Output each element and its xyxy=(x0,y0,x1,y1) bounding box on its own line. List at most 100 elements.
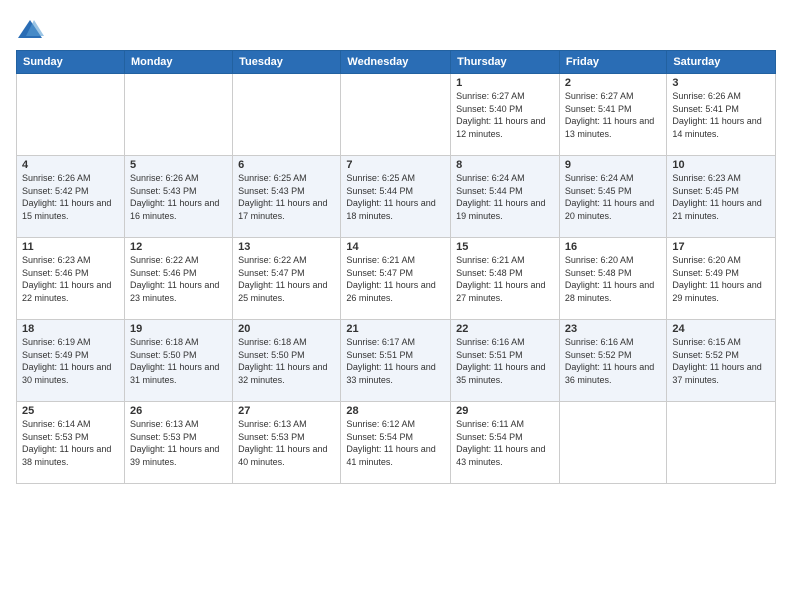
day-info: Sunrise: 6:26 AM Sunset: 5:43 PM Dayligh… xyxy=(130,172,227,222)
calendar-cell: 8Sunrise: 6:24 AM Sunset: 5:44 PM Daylig… xyxy=(451,156,560,238)
day-info: Sunrise: 6:14 AM Sunset: 5:53 PM Dayligh… xyxy=(22,418,119,468)
calendar-cell: 19Sunrise: 6:18 AM Sunset: 5:50 PM Dayli… xyxy=(124,320,232,402)
weekday-header: Friday xyxy=(559,51,666,74)
weekday-header: Sunday xyxy=(17,51,125,74)
calendar-header-row: SundayMondayTuesdayWednesdayThursdayFrid… xyxy=(17,51,776,74)
calendar-week-row: 11Sunrise: 6:23 AM Sunset: 5:46 PM Dayli… xyxy=(17,238,776,320)
calendar-cell xyxy=(17,74,125,156)
weekday-header: Monday xyxy=(124,51,232,74)
day-number: 10 xyxy=(672,159,770,171)
calendar-cell: 18Sunrise: 6:19 AM Sunset: 5:49 PM Dayli… xyxy=(17,320,125,402)
day-info: Sunrise: 6:19 AM Sunset: 5:49 PM Dayligh… xyxy=(22,336,119,386)
logo xyxy=(16,16,48,44)
calendar-cell: 10Sunrise: 6:23 AM Sunset: 5:45 PM Dayli… xyxy=(667,156,776,238)
day-number: 26 xyxy=(130,405,227,417)
calendar-cell: 25Sunrise: 6:14 AM Sunset: 5:53 PM Dayli… xyxy=(17,402,125,484)
day-number: 22 xyxy=(456,323,554,335)
calendar-cell: 29Sunrise: 6:11 AM Sunset: 5:54 PM Dayli… xyxy=(451,402,560,484)
day-info: Sunrise: 6:26 AM Sunset: 5:42 PM Dayligh… xyxy=(22,172,119,222)
day-info: Sunrise: 6:13 AM Sunset: 5:53 PM Dayligh… xyxy=(238,418,335,468)
calendar-cell: 28Sunrise: 6:12 AM Sunset: 5:54 PM Dayli… xyxy=(341,402,451,484)
day-number: 25 xyxy=(22,405,119,417)
calendar-cell: 14Sunrise: 6:21 AM Sunset: 5:47 PM Dayli… xyxy=(341,238,451,320)
weekday-header: Tuesday xyxy=(233,51,341,74)
day-number: 28 xyxy=(346,405,445,417)
calendar-cell xyxy=(233,74,341,156)
day-info: Sunrise: 6:16 AM Sunset: 5:52 PM Dayligh… xyxy=(565,336,661,386)
day-number: 23 xyxy=(565,323,661,335)
calendar-cell xyxy=(124,74,232,156)
day-number: 2 xyxy=(565,77,661,89)
day-info: Sunrise: 6:18 AM Sunset: 5:50 PM Dayligh… xyxy=(130,336,227,386)
day-number: 24 xyxy=(672,323,770,335)
logo-icon xyxy=(16,16,44,44)
calendar-cell: 17Sunrise: 6:20 AM Sunset: 5:49 PM Dayli… xyxy=(667,238,776,320)
day-info: Sunrise: 6:25 AM Sunset: 5:44 PM Dayligh… xyxy=(346,172,445,222)
calendar-cell: 11Sunrise: 6:23 AM Sunset: 5:46 PM Dayli… xyxy=(17,238,125,320)
day-info: Sunrise: 6:18 AM Sunset: 5:50 PM Dayligh… xyxy=(238,336,335,386)
day-number: 12 xyxy=(130,241,227,253)
day-info: Sunrise: 6:23 AM Sunset: 5:45 PM Dayligh… xyxy=(672,172,770,222)
day-number: 15 xyxy=(456,241,554,253)
weekday-header: Saturday xyxy=(667,51,776,74)
calendar-cell: 9Sunrise: 6:24 AM Sunset: 5:45 PM Daylig… xyxy=(559,156,666,238)
calendar-cell: 4Sunrise: 6:26 AM Sunset: 5:42 PM Daylig… xyxy=(17,156,125,238)
day-info: Sunrise: 6:20 AM Sunset: 5:48 PM Dayligh… xyxy=(565,254,661,304)
day-info: Sunrise: 6:26 AM Sunset: 5:41 PM Dayligh… xyxy=(672,90,770,140)
calendar-week-row: 25Sunrise: 6:14 AM Sunset: 5:53 PM Dayli… xyxy=(17,402,776,484)
day-number: 5 xyxy=(130,159,227,171)
calendar-cell xyxy=(667,402,776,484)
day-info: Sunrise: 6:22 AM Sunset: 5:47 PM Dayligh… xyxy=(238,254,335,304)
calendar-cell: 12Sunrise: 6:22 AM Sunset: 5:46 PM Dayli… xyxy=(124,238,232,320)
day-info: Sunrise: 6:20 AM Sunset: 5:49 PM Dayligh… xyxy=(672,254,770,304)
day-number: 19 xyxy=(130,323,227,335)
day-number: 4 xyxy=(22,159,119,171)
calendar-cell xyxy=(559,402,666,484)
calendar-cell: 15Sunrise: 6:21 AM Sunset: 5:48 PM Dayli… xyxy=(451,238,560,320)
calendar-cell: 20Sunrise: 6:18 AM Sunset: 5:50 PM Dayli… xyxy=(233,320,341,402)
day-info: Sunrise: 6:11 AM Sunset: 5:54 PM Dayligh… xyxy=(456,418,554,468)
calendar-cell: 6Sunrise: 6:25 AM Sunset: 5:43 PM Daylig… xyxy=(233,156,341,238)
calendar-cell: 16Sunrise: 6:20 AM Sunset: 5:48 PM Dayli… xyxy=(559,238,666,320)
weekday-header: Thursday xyxy=(451,51,560,74)
day-number: 13 xyxy=(238,241,335,253)
calendar-cell: 24Sunrise: 6:15 AM Sunset: 5:52 PM Dayli… xyxy=(667,320,776,402)
calendar-cell: 3Sunrise: 6:26 AM Sunset: 5:41 PM Daylig… xyxy=(667,74,776,156)
calendar-table: SundayMondayTuesdayWednesdayThursdayFrid… xyxy=(16,50,776,484)
calendar-cell: 26Sunrise: 6:13 AM Sunset: 5:53 PM Dayli… xyxy=(124,402,232,484)
day-number: 18 xyxy=(22,323,119,335)
day-info: Sunrise: 6:27 AM Sunset: 5:40 PM Dayligh… xyxy=(456,90,554,140)
calendar-cell: 5Sunrise: 6:26 AM Sunset: 5:43 PM Daylig… xyxy=(124,156,232,238)
calendar-week-row: 18Sunrise: 6:19 AM Sunset: 5:49 PM Dayli… xyxy=(17,320,776,402)
day-number: 20 xyxy=(238,323,335,335)
calendar-week-row: 4Sunrise: 6:26 AM Sunset: 5:42 PM Daylig… xyxy=(17,156,776,238)
day-info: Sunrise: 6:16 AM Sunset: 5:51 PM Dayligh… xyxy=(456,336,554,386)
day-info: Sunrise: 6:15 AM Sunset: 5:52 PM Dayligh… xyxy=(672,336,770,386)
page: SundayMondayTuesdayWednesdayThursdayFrid… xyxy=(0,0,792,612)
day-number: 7 xyxy=(346,159,445,171)
day-number: 29 xyxy=(456,405,554,417)
header xyxy=(16,16,776,44)
day-info: Sunrise: 6:17 AM Sunset: 5:51 PM Dayligh… xyxy=(346,336,445,386)
calendar-cell: 2Sunrise: 6:27 AM Sunset: 5:41 PM Daylig… xyxy=(559,74,666,156)
day-number: 6 xyxy=(238,159,335,171)
day-info: Sunrise: 6:24 AM Sunset: 5:44 PM Dayligh… xyxy=(456,172,554,222)
day-number: 1 xyxy=(456,77,554,89)
calendar-cell: 27Sunrise: 6:13 AM Sunset: 5:53 PM Dayli… xyxy=(233,402,341,484)
calendar-cell: 13Sunrise: 6:22 AM Sunset: 5:47 PM Dayli… xyxy=(233,238,341,320)
calendar-cell: 21Sunrise: 6:17 AM Sunset: 5:51 PM Dayli… xyxy=(341,320,451,402)
calendar-cell xyxy=(341,74,451,156)
weekday-header: Wednesday xyxy=(341,51,451,74)
day-number: 27 xyxy=(238,405,335,417)
day-number: 16 xyxy=(565,241,661,253)
calendar-cell: 22Sunrise: 6:16 AM Sunset: 5:51 PM Dayli… xyxy=(451,320,560,402)
day-number: 14 xyxy=(346,241,445,253)
day-number: 17 xyxy=(672,241,770,253)
calendar-week-row: 1Sunrise: 6:27 AM Sunset: 5:40 PM Daylig… xyxy=(17,74,776,156)
day-info: Sunrise: 6:13 AM Sunset: 5:53 PM Dayligh… xyxy=(130,418,227,468)
calendar-cell: 23Sunrise: 6:16 AM Sunset: 5:52 PM Dayli… xyxy=(559,320,666,402)
day-number: 3 xyxy=(672,77,770,89)
day-info: Sunrise: 6:21 AM Sunset: 5:48 PM Dayligh… xyxy=(456,254,554,304)
day-info: Sunrise: 6:21 AM Sunset: 5:47 PM Dayligh… xyxy=(346,254,445,304)
calendar-cell: 7Sunrise: 6:25 AM Sunset: 5:44 PM Daylig… xyxy=(341,156,451,238)
